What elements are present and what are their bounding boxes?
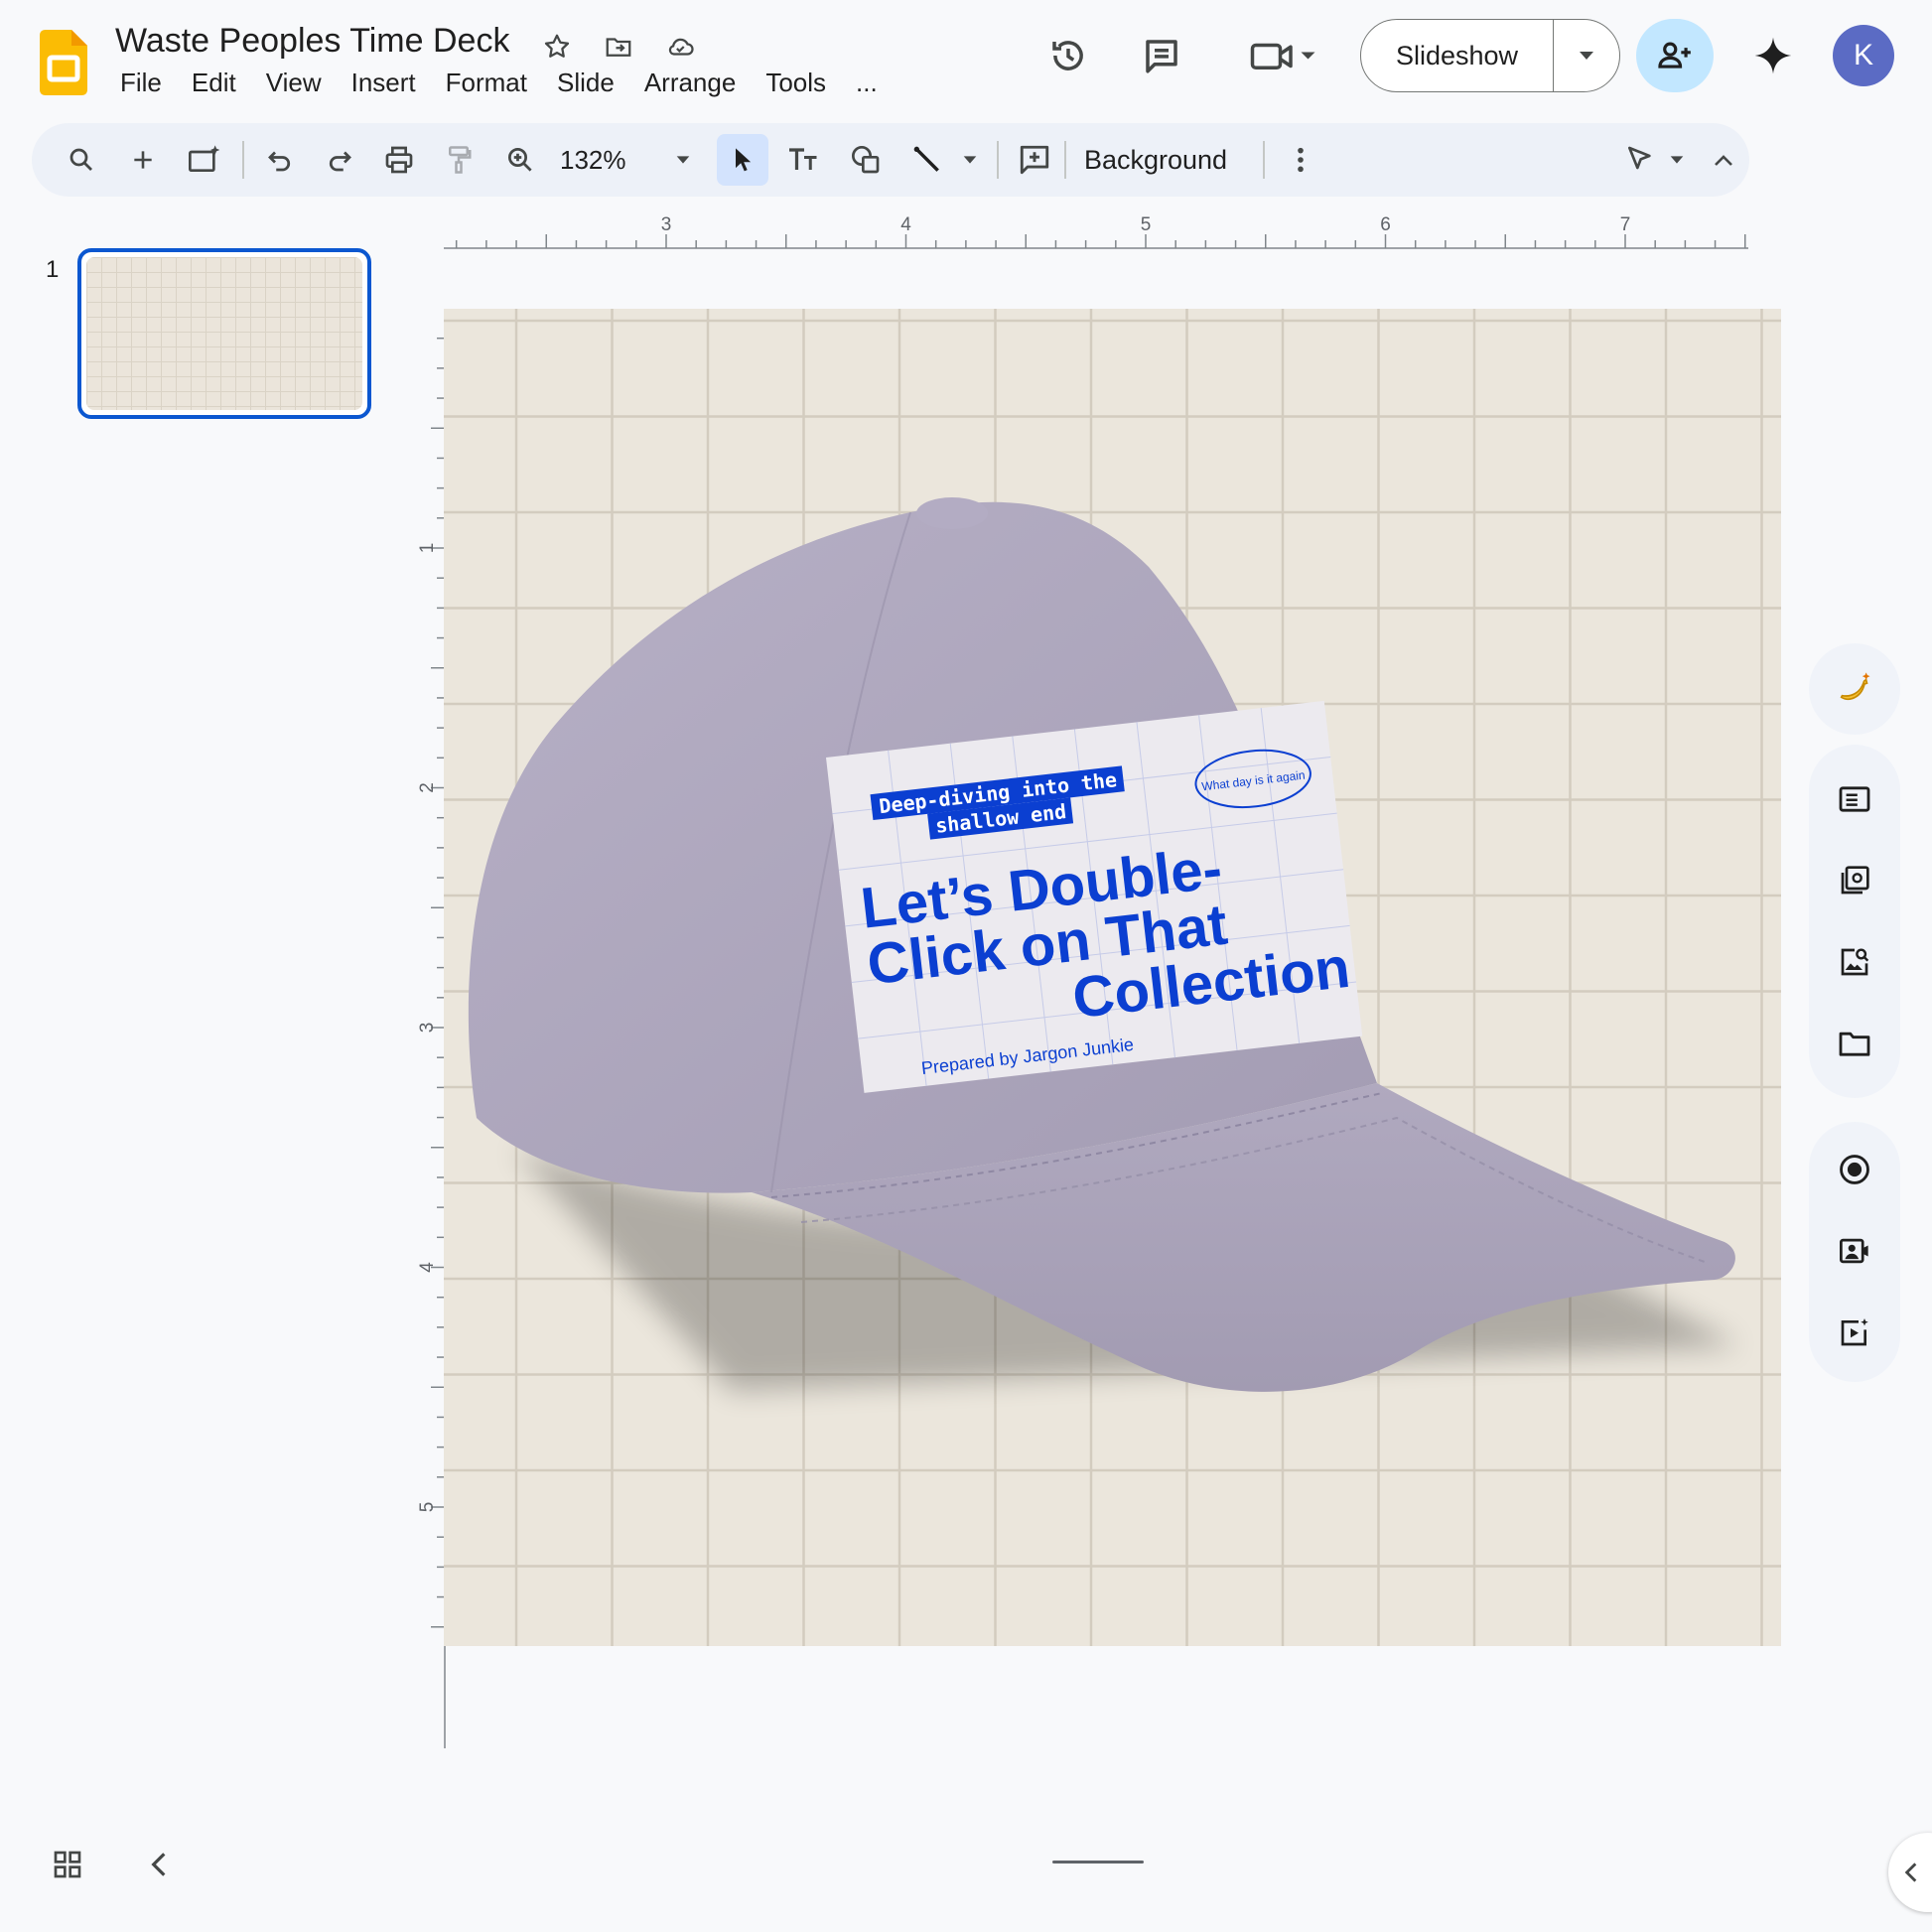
share-icon[interactable] [1636, 19, 1714, 92]
new-slide-ai-icon[interactable] [179, 134, 230, 186]
star-icon[interactable] [536, 26, 578, 68]
zoom-level[interactable]: 132% [560, 134, 669, 186]
shape-icon[interactable] [840, 134, 892, 186]
slide-thumbnail-preview [86, 257, 362, 410]
background-button[interactable]: Background [1084, 134, 1227, 186]
slides-icon[interactable] [1809, 759, 1900, 840]
line-dropdown-icon[interactable] [955, 134, 985, 186]
menu-view[interactable]: View [251, 68, 337, 98]
speaker-notes-handle[interactable] [1052, 1861, 1144, 1863]
slideshow-dropdown-icon[interactable] [1554, 20, 1619, 91]
slide-thumbnail[interactable] [77, 248, 371, 419]
menu-arrange[interactable]: Arrange [629, 68, 752, 98]
print-icon[interactable] [373, 134, 425, 186]
line-icon[interactable] [901, 134, 953, 186]
vertical-ruler[interactable]: 1 2 3 4 5 [417, 309, 447, 1748]
record-icon[interactable] [1809, 1129, 1900, 1210]
ruler-label: 1 [417, 543, 438, 554]
new-slide-icon[interactable] [117, 134, 169, 186]
ruler-label: 3 [661, 214, 672, 235]
collapse-toolbar-icon[interactable] [1704, 134, 1743, 186]
paint-format-icon[interactable] [433, 134, 484, 186]
undo-icon[interactable] [254, 134, 306, 186]
search-menus-icon[interactable] [56, 134, 107, 186]
banana-icon[interactable] [1809, 643, 1900, 735]
slideshow-button[interactable]: Slideshow [1361, 20, 1554, 91]
slide-canvas[interactable]: Deep-diving into the shallow end What da… [444, 309, 1781, 1646]
avatar[interactable]: K [1833, 25, 1894, 86]
text-box-icon[interactable] [778, 134, 830, 186]
ruler-label: 6 [1380, 214, 1391, 235]
menu-bar: File Edit View Insert Format Slide Arran… [105, 68, 893, 98]
zoom-icon[interactable] [494, 134, 546, 186]
redo-icon[interactable] [314, 134, 365, 186]
cap-label[interactable]: Deep-diving into the shallow end What da… [826, 700, 1363, 1093]
ruler-label: 2 [417, 782, 438, 793]
menu-tools[interactable]: Tools [751, 68, 841, 98]
cloud-saved-icon[interactable] [659, 26, 701, 68]
image-search-icon[interactable] [1809, 921, 1900, 1003]
menu-edit[interactable]: Edit [177, 68, 251, 98]
slideshow-button-group: Slideshow [1360, 19, 1620, 92]
gemini-icon[interactable] [1741, 24, 1805, 87]
top-bar: Waste Peoples Time Deck File Edit View I… [0, 0, 1932, 119]
select-cursor-icon[interactable] [717, 134, 768, 186]
meet-icon[interactable] [1239, 24, 1328, 87]
more-options-icon[interactable] [1275, 134, 1326, 186]
video-add-icon[interactable] [1809, 1292, 1900, 1373]
horizontal-ruler[interactable]: 3 4 5 6 7 [444, 210, 1748, 250]
menu-file[interactable]: File [105, 68, 177, 98]
pointer-mode-icon[interactable] [1614, 134, 1666, 186]
ruler-label: 4 [417, 1262, 438, 1273]
collapse-filmstrip-icon[interactable] [147, 1849, 171, 1885]
menu-format[interactable]: Format [431, 68, 542, 98]
document-title[interactable]: Waste Peoples Time Deck [115, 22, 509, 61]
gallery-icon[interactable] [1809, 840, 1900, 921]
ruler-label: 5 [417, 1502, 438, 1513]
expand-side-panel-icon[interactable] [1888, 1833, 1932, 1912]
menu-slide[interactable]: Slide [542, 68, 629, 98]
ruler-label: 4 [900, 214, 911, 235]
slide-number: 1 [46, 256, 60, 283]
menu-more[interactable]: ... [841, 68, 893, 98]
grid-view-icon[interactable] [52, 1849, 83, 1885]
slides-logo-icon[interactable] [40, 30, 87, 95]
menu-insert[interactable]: Insert [337, 68, 431, 98]
ruler-label: 7 [1620, 214, 1631, 235]
move-to-folder-icon[interactable] [598, 26, 639, 68]
side-panel-apps [1809, 745, 1900, 1098]
version-history-icon[interactable] [1036, 24, 1100, 87]
pointer-dropdown-icon[interactable] [1662, 134, 1692, 186]
side-panel-top [1809, 643, 1900, 735]
add-comment-icon[interactable] [1009, 134, 1060, 186]
ruler-label: 3 [417, 1023, 438, 1034]
zoom-dropdown-icon[interactable] [657, 134, 709, 186]
side-panel-media [1809, 1122, 1900, 1382]
comment-icon[interactable] [1130, 24, 1193, 87]
camera-icon[interactable] [1809, 1210, 1900, 1292]
toolbar: 132% Background [32, 123, 1749, 197]
folder-icon[interactable] [1809, 1003, 1900, 1084]
ruler-label: 5 [1141, 214, 1152, 235]
